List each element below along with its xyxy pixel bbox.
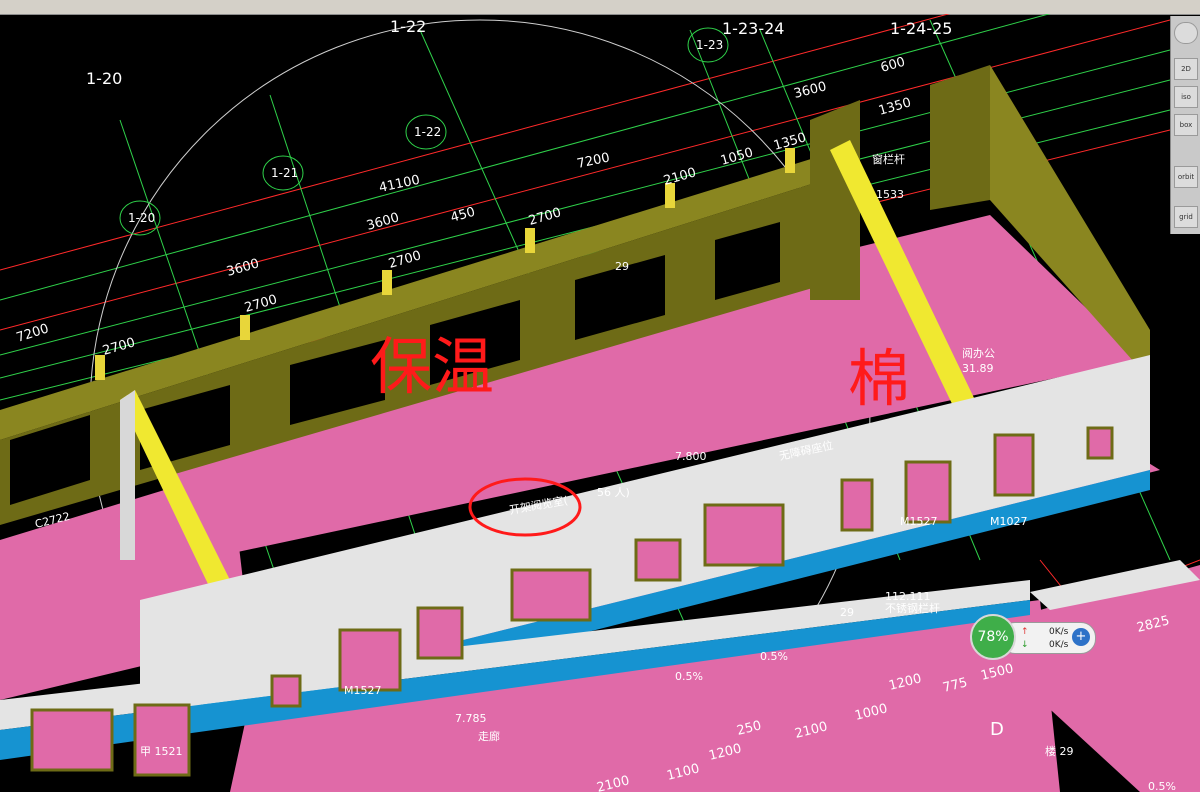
view-2d-button[interactable]: 2D [1174,58,1198,80]
bubble-1-22: 1-22 [414,125,441,139]
dim-7200: 7200 [576,150,611,172]
orbit-button[interactable]: orbit [1174,166,1198,188]
download-arrow-icon: ↓ [1021,640,1029,650]
slope-b: 0.5% [760,650,788,663]
partition-face [120,390,135,560]
end-wall-top [930,65,990,210]
axis-label-1-24-25: 1-24-25 [890,19,952,38]
door-tag-d: 甲 1521 [140,745,183,758]
bubble-1-23: 1-23 [696,38,723,52]
elevation-reading: 7.800 [675,450,707,463]
axis-label-1-20: 1-20 [86,69,122,88]
drawing-canvas[interactable]: 1-22 1-20 1-23-24 1-24-25 41100 7200 720… [0,14,1200,792]
corridor-label: 走廊 [478,729,500,743]
memory-gauge[interactable]: 78% [970,614,1016,660]
dim-2700-a: 2700 [101,335,137,359]
grid-button[interactable]: grid [1174,206,1198,228]
globe-icon[interactable] [1174,22,1198,44]
stair-wall [810,100,860,300]
door-tag-c: M1027 [990,515,1028,528]
view-toolbar: 2D iso box orbit grid [1170,16,1200,234]
rail-label: 窗栏杆 [872,152,905,166]
dim-41100: 41100 [378,173,422,196]
rail-label-2: 不锈钢栏杆 [885,601,940,615]
stair-number: 楼 29 [1045,744,1074,758]
dim-1050: 1050 [719,145,755,169]
office-label: 阅办公 [962,347,995,360]
download-rate: 0K/s [1049,640,1069,650]
door-tag-a: M1527 [900,515,938,528]
door-tag-b: M1527 [344,684,382,697]
room-number-2: 29 [840,606,854,619]
dim-2700-b: 2700 [243,292,279,316]
network-monitor-widget[interactable]: ↑ 0K/s ↓ 0K/s 78% + [970,614,1096,660]
dim-2700-d: 2700 [527,205,563,229]
dim-2700-c: 2700 [387,248,423,272]
corridor-elevation: 7.785 [455,712,487,725]
dim-2100: 2100 [662,165,698,189]
axis-label-1-23-24: 1-23-24 [722,19,784,38]
slope-a: 0.5% [675,670,703,683]
upload-rate: 0K/s [1049,627,1069,637]
office-area: 31.89 [962,362,994,375]
view-box-button[interactable]: box [1174,114,1198,136]
room-number: 29 [615,260,629,273]
upload-arrow-icon: ↑ [1021,627,1029,637]
bubble-1-21: 1-21 [271,166,298,180]
markup-text-b: 棉 [848,342,910,415]
dim-1350-b: 1350 [877,95,913,119]
bubble-1-20: 1-20 [128,211,155,225]
axis-label-1-22: 1-22 [390,17,426,36]
code-112: 112.111 [885,590,931,603]
title-bar [0,0,1200,15]
view-iso-button[interactable]: iso [1174,86,1198,108]
slope-c: 0.5% [1148,780,1176,792]
code-1533: 1533 [876,188,904,201]
markup-text-a: 保温 [370,330,494,403]
dim-450: 450 [449,205,477,226]
grid-d: D [990,719,1004,740]
dim-600: 600 [879,55,907,76]
boost-button[interactable]: + [1072,628,1090,646]
dim-3600-b: 3600 [365,210,401,234]
cad-viewport[interactable]: 1-22 1-20 1-23-24 1-24-25 41100 7200 720… [0,14,1200,792]
dim-3600-a: 3600 [225,256,261,280]
room-capacity: 56 人) [597,486,630,499]
